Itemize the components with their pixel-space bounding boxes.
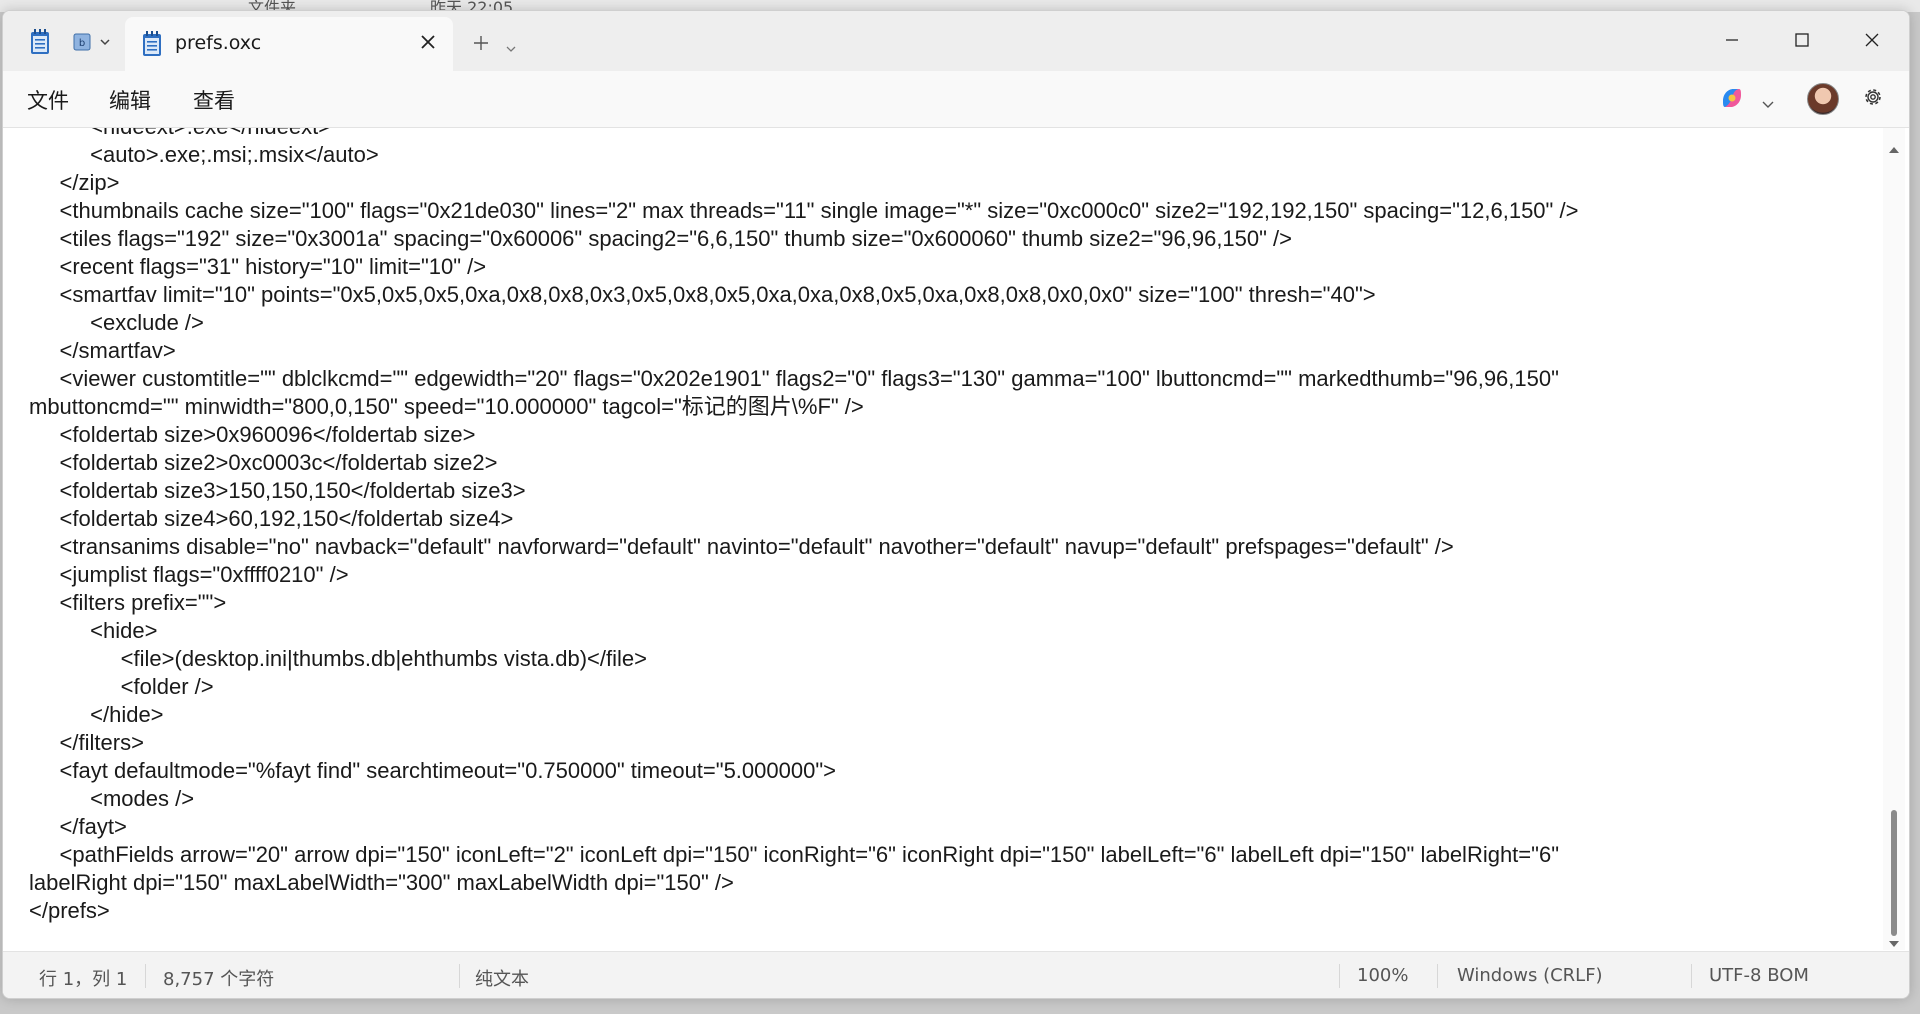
scroll-up-icon[interactable] [1888, 140, 1900, 159]
editor-line: <tiles flags="192" size="0x3001a" spacin… [29, 226, 1293, 251]
text-format[interactable]: 纯文本 [475, 965, 529, 991]
notepad-icon[interactable] [29, 29, 51, 59]
editor-content: <hideext>.exe</hideext> <auto>.exe;.msi;… [29, 128, 1578, 925]
chevron-down-icon[interactable] [1761, 95, 1775, 114]
copilot-icon[interactable] [1719, 85, 1745, 115]
menu-view[interactable]: 查看 [193, 85, 235, 115]
status-divider [1691, 964, 1692, 988]
text-editor[interactable]: <hideext>.exe</hideext> <auto>.exe;.msi;… [3, 128, 1879, 950]
status-divider [1437, 964, 1438, 988]
notepad-icon [141, 31, 163, 61]
editor-line: <modes /> [29, 786, 195, 811]
status-divider [1339, 964, 1340, 988]
editor-line: <file>(desktop.ini|thumbs.db|ehthumbs vi… [29, 646, 647, 671]
editor-line: <viewer customtitle="" dblclkcmd="" edge… [29, 366, 1559, 391]
encoding[interactable]: UTF-8 BOM [1709, 965, 1809, 986]
vertical-scrollbar[interactable] [1883, 128, 1905, 950]
status-bar: 行 1，列 1 8,757 个字符 纯文本 100% Windows (CRLF… [3, 951, 1909, 998]
editor-line: <foldertab size>0x960096</foldertab size… [29, 422, 476, 447]
editor-line: </smartfav> [29, 338, 176, 363]
close-window-button[interactable] [1849, 25, 1895, 55]
editor-line: <recent flags="31" history="10" limit="1… [29, 254, 487, 279]
new-tab-button[interactable] [471, 33, 491, 57]
notepad-window: b prefs.oxc 文件 编辑 查看 <auto>.exe;.msi;.ms… [2, 10, 1910, 999]
editor-line: <foldertab size3>150,150,150</foldertab … [29, 478, 526, 503]
editor-line: </hide> [29, 702, 164, 727]
maximize-button[interactable] [1779, 25, 1825, 55]
editor-line: labelRight dpi="150" maxLabelWidth="300"… [29, 870, 734, 895]
editor-line: <pathFields arrow="20" arrow dpi="150" i… [29, 842, 1559, 867]
line-ending[interactable]: Windows (CRLF) [1457, 965, 1603, 986]
status-divider [459, 964, 460, 988]
svg-text:b: b [79, 38, 85, 49]
editor-line: <filters prefix=""> [29, 590, 227, 615]
avatar[interactable] [1807, 83, 1839, 115]
editor-line: mbuttoncmd="" minwidth="800,0,150" speed… [29, 394, 864, 419]
cursor-position[interactable]: 行 1，列 1 [39, 965, 127, 991]
minimize-button[interactable] [1709, 25, 1755, 55]
menu-file[interactable]: 文件 [27, 85, 69, 115]
zoom-level[interactable]: 100% [1357, 965, 1408, 986]
editor-line: <hideext>.exe</hideext> [29, 128, 1578, 141]
scrollbar-thumb[interactable] [1891, 810, 1897, 936]
chevron-down-icon[interactable] [505, 39, 517, 58]
menu-edit[interactable]: 编辑 [109, 85, 151, 115]
editor-line: <transanims disable="no" navback="defaul… [29, 534, 1454, 559]
editor-line: </fayt> [29, 814, 127, 839]
tab-prefs-oxc[interactable]: prefs.oxc [125, 17, 453, 71]
editor-line: <exclude /> [29, 310, 204, 335]
editor-line: </zip> [29, 170, 120, 195]
title-bar: b prefs.oxc [3, 11, 1909, 71]
editor-line: <foldertab size4>60,192,150</foldertab s… [29, 506, 514, 531]
editor-line: <hide> [29, 618, 158, 643]
editor-line: <thumbnails cache size="100" flags="0x21… [29, 198, 1579, 223]
character-count: 8,757 个字符 [163, 969, 275, 990]
editor-line: <smartfav limit="10" points="0x5,0x5,0x5… [29, 282, 1376, 307]
tab-title: prefs.oxc [175, 32, 262, 54]
close-tab-icon[interactable] [415, 29, 441, 55]
editor-line: <jumplist flags="0xffff0210" /> [29, 562, 349, 587]
editor-line: </filters> [29, 730, 144, 755]
editor-line: <fayt defaultmode="%fayt find" searchtim… [29, 758, 836, 783]
editor-line: <foldertab size2>0xc0003c</foldertab siz… [29, 450, 498, 475]
menu-bar: 文件 编辑 查看 [3, 71, 1909, 128]
editor-line: </prefs> [29, 898, 110, 923]
editor-line: <auto>.exe;.msi;.msix</auto> [29, 142, 379, 167]
gear-icon[interactable] [1861, 85, 1885, 113]
tab-list-icon[interactable]: b [73, 33, 113, 55]
editor-line: <folder /> [29, 674, 214, 699]
status-divider [145, 964, 146, 988]
